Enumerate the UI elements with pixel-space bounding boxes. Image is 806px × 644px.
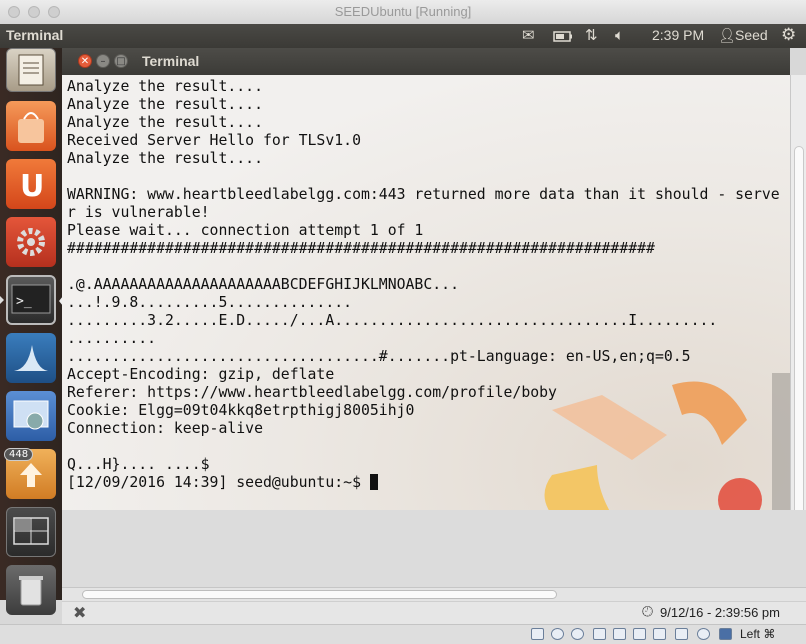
trash-icon[interactable] (6, 565, 56, 615)
terminal-icon[interactable]: >_ (6, 275, 56, 325)
audio-icon[interactable] (571, 628, 584, 640)
launcher-badge: 448 (4, 448, 34, 461)
vertical-scroll-thumb[interactable] (794, 146, 804, 546)
terminal-title-bar: ✕ – □ Terminal (62, 48, 790, 75)
svg-text:>_: >_ (16, 294, 32, 309)
usb-icon[interactable] (593, 628, 606, 640)
host-title-bar: SEEDUbuntu [Running] (0, 0, 806, 25)
network-icon[interactable]: ⇅ (585, 26, 598, 44)
terminal-cursor (369, 474, 378, 490)
terminal-minimize-button[interactable]: – (96, 54, 110, 68)
ubuntu-one-icon[interactable]: U (6, 159, 56, 209)
volume-icon[interactable]: 🔈︎ (615, 26, 624, 44)
hard-disk-icon[interactable] (531, 628, 544, 640)
gear-icon[interactable]: ⚙ (781, 25, 796, 45)
cpu-icon[interactable] (719, 628, 732, 640)
terminal-output: Analyze the result.... Analyze the resul… (67, 78, 780, 492)
wireshark-icon[interactable] (6, 333, 56, 383)
text-editor-icon[interactable] (6, 48, 56, 92)
panel-clock[interactable]: 2:39 PM (652, 27, 704, 43)
vm-status-bar: Left ⌘ (0, 624, 806, 644)
horizontal-scroll-thumb[interactable] (82, 590, 557, 599)
terminal-title: Terminal (142, 53, 200, 69)
display-icon[interactable] (633, 628, 646, 640)
vm-lower-pane (62, 510, 806, 587)
user-name[interactable]: Seed (735, 27, 768, 43)
user-icon: 👤︎ (718, 27, 736, 43)
close-icon[interactable]: ✖ (73, 603, 86, 622)
terminal-prompt: [12/09/2016 14:39] seed@ubuntu:~$ (67, 474, 370, 491)
ubuntu-top-panel: Terminal ✉ ⇅ 🔈︎ 2:39 PM 👤︎ Seed ⚙ (0, 24, 806, 48)
screenshot-icon[interactable] (6, 391, 56, 441)
status-datetime: 9/12/16 - 2:39:56 pm (660, 605, 780, 620)
terminal-output-text: Analyze the result.... Analyze the resul… (67, 78, 780, 473)
system-settings-icon[interactable] (6, 217, 56, 267)
mouse-integration-icon[interactable] (697, 628, 710, 640)
host-key-indicator: Left ⌘ (740, 627, 776, 641)
terminal-vertical-scrollbar[interactable] (790, 75, 806, 546)
terminal-output-area[interactable]: Analyze the result.... Analyze the resul… (62, 75, 790, 510)
active-app-name: Terminal (6, 27, 64, 43)
network-adapter-icon[interactable] (675, 628, 688, 640)
terminal-close-button[interactable]: ✕ (78, 54, 92, 68)
mail-icon[interactable]: ✉ (522, 26, 535, 44)
clock-icon: 🕘︎ (642, 604, 654, 620)
shopping-bag-icon[interactable] (6, 101, 56, 151)
launcher-running-pip (0, 296, 4, 304)
battery-icon[interactable] (553, 29, 573, 47)
svg-text:U: U (20, 169, 44, 204)
video-capture-icon[interactable] (653, 628, 666, 640)
host-window-title: SEEDUbuntu [Running] (334, 4, 472, 19)
workspace-switcher-icon[interactable] (6, 507, 56, 557)
terminal-maximize-button[interactable]: □ (114, 54, 128, 68)
launcher: U >_ 448 (0, 48, 63, 615)
optical-drive-icon[interactable] (551, 628, 564, 640)
horizontal-scrollbar[interactable] (62, 587, 806, 602)
status-bar: ✖ 🕘︎ 9/12/16 - 2:39:56 pm (62, 601, 806, 625)
shared-folder-icon[interactable] (613, 628, 626, 640)
